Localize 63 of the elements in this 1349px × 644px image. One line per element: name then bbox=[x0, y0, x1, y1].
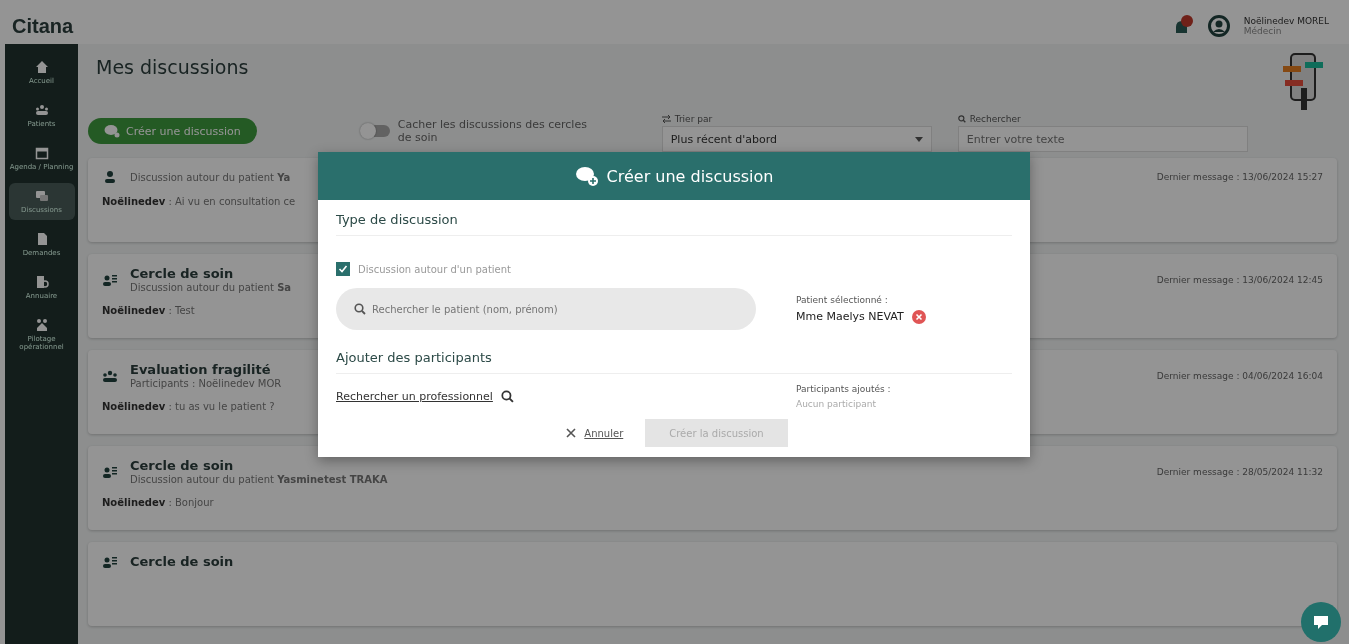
close-icon bbox=[566, 428, 577, 438]
discussion-card[interactable]: Cercle de soin bbox=[88, 542, 1337, 626]
last-message-date: Dernier message : 04/06/2024 16:04 bbox=[1156, 370, 1323, 381]
chat-icon bbox=[34, 189, 49, 204]
logo[interactable]: Citana bbox=[12, 14, 74, 38]
section-heading: Type de discussion bbox=[336, 212, 1012, 236]
checkbox[interactable] bbox=[336, 262, 350, 276]
discussion-subtitle: Discussion autour du patient Yasminetest TRAKA bbox=[130, 474, 388, 485]
added-participants-label: Participants ajoutés : bbox=[796, 384, 891, 394]
people-house-icon bbox=[34, 318, 49, 333]
last-message: Noëlinedev : Ai vu en consultation ce bbox=[102, 196, 296, 207]
chat-add-icon bbox=[104, 124, 120, 138]
discussion-card[interactable]: Cercle de soin Discussion autour du patient Yasminetest TRAKA Dernier message : 28/05/2024 11:32 Noëlinedev : Bonjour bbox=[88, 446, 1337, 530]
search-field[interactable]: Entrer votre texte bbox=[957, 126, 1248, 152]
cancel-button[interactable]: Annuler bbox=[560, 426, 630, 440]
patient-search-field[interactable]: Rechercher le patient (nom, prénom) bbox=[336, 288, 756, 330]
people-icon bbox=[34, 103, 49, 118]
discussion-title: Cercle de soin bbox=[130, 266, 234, 281]
home-icon bbox=[34, 60, 49, 74]
last-message-date: Dernier message : 13/06/2024 15:27 bbox=[1156, 172, 1323, 182]
discussion-subtitle: Discussion autour du patient Sa bbox=[130, 282, 292, 293]
people-list-icon bbox=[102, 272, 118, 287]
last-message: Noëlinedev : tu as vu le patient ? bbox=[102, 401, 275, 412]
selected-patient-label: Patient sélectionné : bbox=[796, 294, 888, 305]
last-message-date: Dernier message : 13/06/2024 12:45 bbox=[1156, 274, 1323, 285]
group-icon bbox=[102, 368, 118, 383]
selected-patient-name: Mme Maelys NEVAT bbox=[796, 310, 904, 323]
people-list-icon bbox=[102, 554, 118, 569]
chat-add-icon bbox=[574, 166, 599, 186]
toggle-switch[interactable] bbox=[361, 125, 390, 137]
user-avatar-icon[interactable] bbox=[1207, 15, 1230, 37]
no-participant-text: Aucun participant bbox=[796, 399, 876, 409]
discussion-subtitle: Participants : Noëlinedev MOR bbox=[130, 378, 282, 389]
search-professional-link[interactable]: Rechercher un professionnel bbox=[336, 390, 493, 403]
search-icon[interactable] bbox=[500, 390, 514, 403]
section-heading: Ajouter des participants bbox=[336, 350, 1012, 374]
sort-label: Trier par bbox=[674, 114, 713, 124]
search-icon bbox=[354, 303, 366, 315]
caret-icon bbox=[914, 136, 923, 142]
contact-book-icon bbox=[34, 275, 49, 290]
remove-icon[interactable] bbox=[911, 309, 926, 324]
discussion-title: Cercle de soin bbox=[130, 458, 234, 473]
chat-bubble-button[interactable] bbox=[1301, 602, 1341, 642]
page-title: Mes discussions bbox=[96, 56, 249, 78]
discussion-title: Evaluation fragilité bbox=[130, 362, 271, 377]
people-list-icon bbox=[102, 464, 118, 479]
toggle-label: Cacher les discussions des cercles de soin bbox=[397, 118, 588, 144]
chat-icon bbox=[1312, 613, 1330, 631]
user-name: Noëlinedev MOREL bbox=[1243, 16, 1329, 26]
user-role: Médecin bbox=[1243, 26, 1283, 36]
sort-select[interactable]: Plus récent d'abord bbox=[661, 126, 932, 152]
person-icon bbox=[102, 170, 118, 184]
sort-icon bbox=[661, 115, 671, 123]
last-message: Noëlinedev : Test bbox=[102, 305, 195, 316]
dialog-title: Créer une discussion bbox=[606, 166, 774, 186]
checkbox-label: Discussion autour d'un patient bbox=[358, 263, 512, 275]
search-icon bbox=[957, 115, 966, 123]
discussion-subtitle: Discussion autour du patient Ya bbox=[130, 171, 291, 183]
search-label: Rechercher bbox=[969, 114, 1021, 124]
last-message: Noëlinedev : Bonjour bbox=[102, 497, 214, 508]
last-message-date: Dernier message : 28/05/2024 11:32 bbox=[1156, 466, 1323, 477]
calendar-icon bbox=[34, 146, 49, 161]
discussion-title: Cercle de soin bbox=[130, 554, 234, 569]
